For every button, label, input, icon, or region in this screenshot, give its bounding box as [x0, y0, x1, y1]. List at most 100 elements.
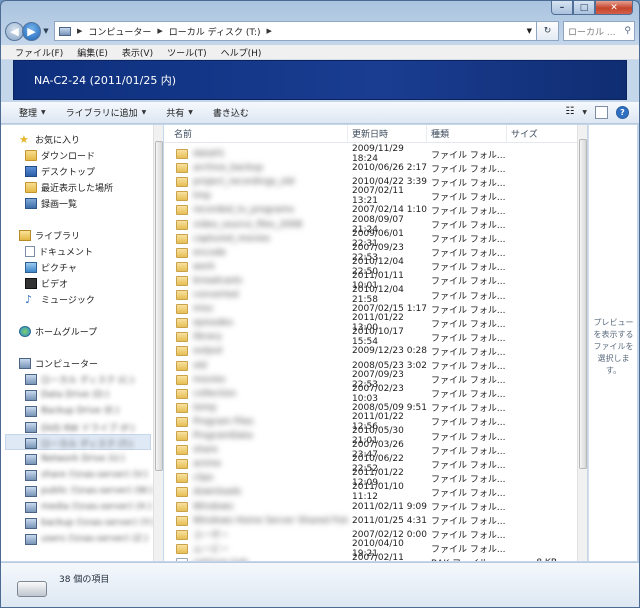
nav-drive[interactable]: DVD RW ドライブ (F:) [25, 419, 135, 435]
folder-banner: NA-C2-24 (2011/01/25 内) [13, 60, 627, 100]
nav-favorites[interactable]: ★ お気に入り [19, 131, 80, 147]
breadcrumb-separator-icon[interactable]: ▶ [77, 27, 82, 35]
maximize-button[interactable]: □ [573, 1, 595, 15]
table-row[interactable]: collection 2007/02/23 10:03 ファイル フォル... [164, 384, 577, 404]
view-controls: ☷ ▼ ? [565, 106, 629, 119]
nav-computer[interactable]: コンピューター [19, 355, 98, 371]
help-icon[interactable]: ? [616, 106, 629, 119]
address-history-chevron-icon[interactable]: ▼ [527, 27, 536, 35]
file-type: BAK ファイル [427, 556, 507, 561]
file-name: archive_backup [193, 163, 264, 174]
file-name: Windows Home Server Shared Folders [193, 515, 348, 526]
file-name: misc [193, 304, 214, 315]
address-row: ◀ ▶ ▼ ▶ コンピューター ▶ ローカル ディスク (T:) ▶ ▼ ↻ ロ… [5, 19, 635, 43]
refresh-button[interactable]: ↻ [537, 21, 559, 41]
nav-drive[interactable]: users (\\nas-server) (Z:) [25, 531, 148, 547]
computer-icon [25, 453, 37, 465]
menu-tools[interactable]: ツール(T) [167, 46, 207, 59]
nav-homegroup[interactable]: ホームグループ [19, 323, 97, 339]
preview-pane-toggle-icon[interactable] [595, 106, 608, 119]
recent-pages-dropdown[interactable]: ▼ [41, 27, 51, 35]
folder-icon [176, 261, 188, 272]
nav-music[interactable]: ♪ ミュージック [25, 291, 95, 307]
nav-label: backup (\\nas-server) (Y:) [41, 518, 153, 528]
folder-icon [176, 501, 188, 512]
nav-drive[interactable]: share (\\nas-server) (V:) [25, 467, 148, 483]
breadcrumb-separator-icon[interactable]: ▶ [157, 27, 162, 35]
nav-drive[interactable]: Network Drive (U:) [25, 451, 125, 467]
nav-label: 最近表示した場所 [41, 183, 114, 194]
share-button[interactable]: 共有 ▼ [166, 106, 193, 119]
file-type: ファイル フォル... [431, 488, 506, 499]
file-name: ProgramData [193, 431, 253, 441]
nav-recent[interactable]: 最近表示した場所 [25, 179, 113, 195]
table-row[interactable]: tmp 2007/02/11 13:21 ファイル フォル... [164, 186, 577, 206]
file-name: data01 [193, 149, 225, 159]
column-name-header[interactable]: 名前 [164, 125, 348, 143]
file-date: 2011/01/25 4:31 [352, 515, 427, 526]
nav-desktop[interactable]: デスクトップ [25, 163, 95, 179]
table-row[interactable]: converted 2010/12/04 21:58 ファイル フォル... [164, 285, 577, 305]
table-row[interactable]: settings.bak 2007/02/11 12:57 BAK ファイル8 KB [164, 553, 577, 561]
file-list-scroll-thumb[interactable] [579, 139, 587, 469]
menu-help[interactable]: ヘルプ(H) [221, 46, 262, 59]
file-list: 名前 更新日時 種類 サイズ data01 2009/11/29 18:24 ファイ… [164, 125, 577, 561]
breadcrumb-computer[interactable]: コンピューター [88, 25, 151, 38]
table-row[interactable]: downloads 2011/01/10 11:12 ファイル フォル... [164, 482, 577, 502]
nav-pictures[interactable]: ピクチャ [25, 259, 77, 275]
file-name: captured_movies [193, 233, 270, 244]
table-row[interactable]: output 2009/12/23 0:28 ファイル フォル... [164, 344, 577, 358]
table-row[interactable]: Windows Home Server Shared Folders 2011/0… [164, 514, 577, 528]
nav-drive[interactable]: ローカル ディスク (T:) [25, 435, 133, 451]
chevron-down-icon: ▼ [188, 109, 193, 116]
menu-edit[interactable]: 編集(E) [77, 46, 108, 59]
forward-button[interactable]: ▶ [22, 21, 41, 41]
view-options-icon[interactable]: ☷ [565, 106, 574, 119]
nav-documents[interactable]: ドキュメント [25, 243, 93, 259]
nav-drive[interactable]: backup (\\nas-server) (Y:) [25, 515, 153, 531]
menu-view[interactable]: 表示(V) [122, 46, 153, 59]
table-row[interactable]: Windows 2011/02/11 9:09 ファイル フォル... [164, 500, 577, 514]
nav-drive[interactable]: ローカル ディスク (C:) [25, 371, 134, 387]
column-type-header[interactable]: 種類 [427, 125, 507, 143]
navigation-scrollbar[interactable] [153, 125, 163, 561]
address-bar[interactable]: ▶ コンピューター ▶ ローカル ディスク (T:) ▶ ▼ [54, 21, 537, 41]
table-row[interactable]: data01 2009/11/29 18:24 ファイル フォル... [164, 144, 577, 164]
table-row[interactable]: archive_backup 2010/06/26 2:17 ファイル フォル... [164, 161, 577, 175]
close-button[interactable]: ✕ [595, 1, 633, 15]
search-input[interactable]: ローカル ... ⚲ [563, 21, 635, 41]
burn-button[interactable]: 書き込む [213, 106, 249, 119]
folder-icon [176, 445, 188, 456]
nav-download[interactable]: ダウンロード [25, 147, 95, 163]
nav-libraries[interactable]: ライブラリ [19, 227, 80, 243]
navigation-scroll-thumb[interactable] [155, 141, 163, 471]
nav-drive[interactable]: Backup Drive (E:) [25, 403, 119, 419]
file-type: ファイル フォル... [431, 376, 506, 387]
organize-button[interactable]: 整理 ▼ [19, 106, 46, 119]
caption-buttons: – □ ✕ [551, 1, 633, 15]
computer-icon [25, 469, 37, 481]
chevron-down-icon[interactable]: ▼ [582, 109, 587, 116]
column-date-header[interactable]: 更新日時 [348, 125, 427, 143]
file-type: ファイル フォル... [431, 164, 506, 175]
nav-drive[interactable]: Data Drive (D:) [25, 387, 109, 403]
folder-icon [176, 543, 188, 554]
nav-drive[interactable]: public (\\nas-server) (W:) [25, 483, 153, 499]
breadcrumb-separator-icon[interactable]: ▶ [266, 27, 271, 35]
nav-recordings[interactable]: 録画一覧 [25, 195, 77, 211]
nav-drive[interactable]: media (\\nas-server) (X:) [25, 499, 152, 515]
column-size-header[interactable]: サイズ [507, 125, 577, 143]
table-row[interactable]: library 2010/10/17 15:54 ファイル フォル... [164, 327, 577, 347]
folder-icon [176, 473, 188, 484]
file-type: ファイル フォル... [431, 404, 506, 415]
folder-icon [176, 529, 188, 540]
breadcrumb-local-disk[interactable]: ローカル ディスク (T:) [169, 25, 261, 38]
file-list-scrollbar[interactable] [577, 125, 587, 561]
menu-file[interactable]: ファイル(F) [15, 46, 63, 59]
nav-label: ミュージック [41, 295, 95, 306]
minimize-button[interactable]: – [551, 1, 573, 15]
add-to-library-button[interactable]: ライブラリに追加 ▼ [66, 106, 147, 119]
preview-message: プレビューを表示するファイルを選択します。 [593, 318, 634, 375]
minimize-icon: – [559, 2, 565, 13]
nav-videos[interactable]: ビデオ [25, 275, 68, 291]
